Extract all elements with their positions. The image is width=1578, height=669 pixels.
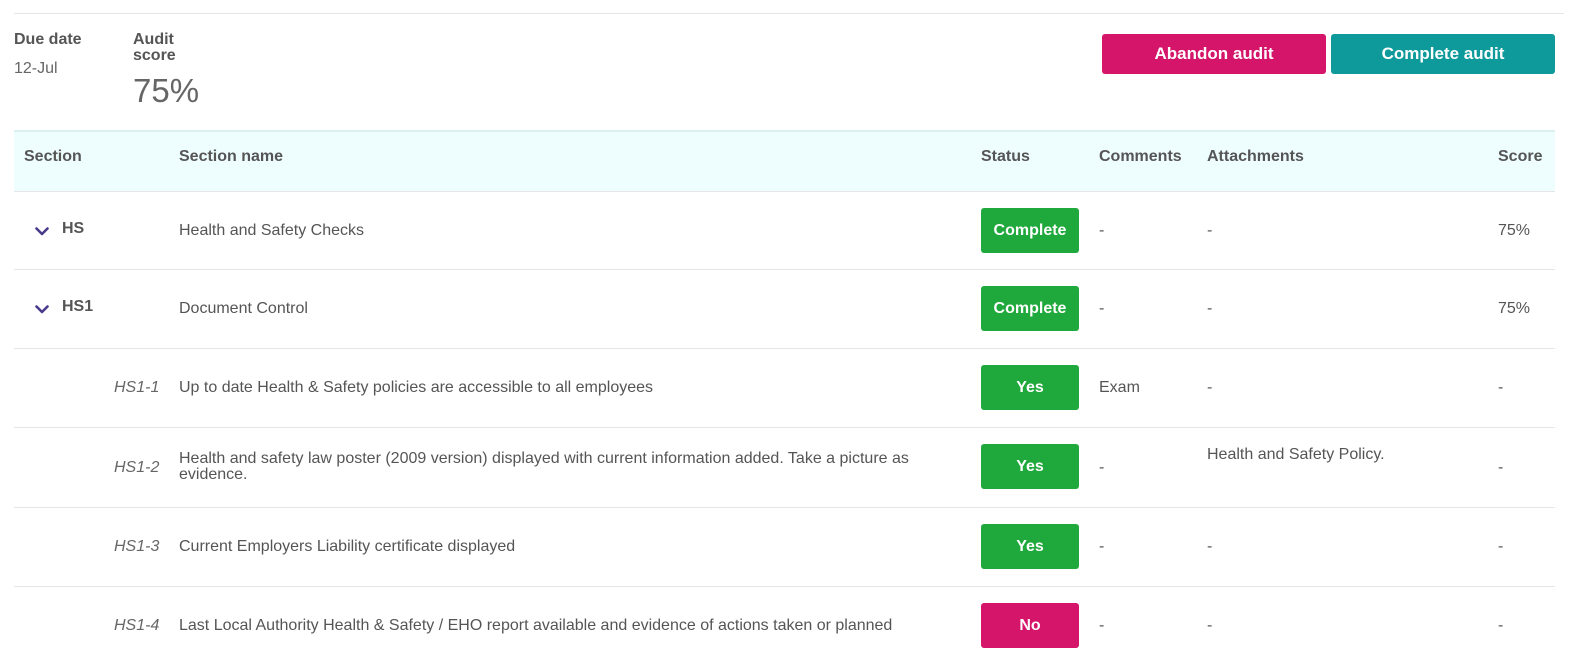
section-name: Document Control bbox=[179, 300, 308, 317]
chevron-down-icon[interactable] bbox=[34, 301, 50, 317]
status-badge: Complete bbox=[981, 286, 1079, 331]
score-value: - bbox=[1498, 459, 1504, 476]
table-header: Section Section name Status Comments Att… bbox=[14, 130, 1555, 192]
status-badge: Yes bbox=[981, 444, 1079, 489]
column-header-attachments: Attachments bbox=[1207, 148, 1304, 165]
audit-meta: Due date 12-Jul Audit score 75% bbox=[14, 32, 223, 110]
comments-value: - bbox=[1099, 222, 1105, 239]
question-text: Last Local Authority Health & Safety / E… bbox=[179, 617, 893, 634]
table-row[interactable]: HS1-4 Last Local Authority Health & Safe… bbox=[14, 587, 1555, 666]
status-badge: No bbox=[981, 603, 1079, 648]
column-header-section: Section bbox=[24, 148, 82, 165]
comments-value: Exam bbox=[1099, 379, 1140, 396]
table-row[interactable]: HS1-1 Up to date Health & Safety policie… bbox=[14, 349, 1555, 428]
attachment-link[interactable]: Health and Safety Policy. bbox=[1207, 446, 1385, 464]
attachments-value: - bbox=[1207, 617, 1213, 634]
status-badge: Yes bbox=[981, 524, 1079, 569]
complete-audit-button[interactable]: Complete audit bbox=[1331, 34, 1555, 74]
comments-value: - bbox=[1099, 617, 1105, 634]
audit-score: Audit score 75% bbox=[133, 32, 223, 110]
table-row[interactable]: HS Health and Safety Checks Complete - -… bbox=[14, 192, 1555, 270]
score-value: - bbox=[1498, 379, 1504, 396]
audit-sections-table: Section Section name Status Comments Att… bbox=[14, 130, 1555, 666]
section-code: HS1 bbox=[62, 298, 94, 315]
attachments-value: - bbox=[1207, 538, 1213, 555]
question-text: Health and safety law poster (2009 versi… bbox=[179, 450, 909, 483]
comments-value: - bbox=[1099, 538, 1105, 555]
due-date-value: 12-Jul bbox=[14, 60, 58, 77]
question-code: HS1-3 bbox=[114, 538, 160, 555]
status-badge: Yes bbox=[981, 365, 1079, 410]
table-row[interactable]: HS1 Document Control Complete - - 75% bbox=[14, 270, 1555, 349]
column-header-section-name: Section name bbox=[179, 148, 284, 165]
question-code: HS1-4 bbox=[114, 617, 160, 634]
question-text: Up to date Health & Safety policies are … bbox=[179, 379, 654, 396]
score-value: - bbox=[1498, 617, 1504, 634]
score-value: 75% bbox=[1498, 222, 1531, 239]
question-code: HS1-1 bbox=[114, 379, 160, 396]
chevron-down-icon[interactable] bbox=[34, 223, 50, 239]
audit-score-label: Audit score bbox=[133, 31, 176, 64]
section-name: Health and Safety Checks bbox=[179, 222, 364, 239]
score-value: 75% bbox=[1498, 300, 1531, 317]
question-code: HS1-2 bbox=[114, 459, 160, 476]
column-header-comments: Comments bbox=[1099, 148, 1182, 165]
audit-score-value: 75% bbox=[133, 72, 200, 109]
abandon-audit-button[interactable]: Abandon audit bbox=[1102, 34, 1326, 74]
column-header-score: Score bbox=[1498, 148, 1543, 165]
question-text: Current Employers Liability certificate … bbox=[179, 538, 516, 555]
score-value: - bbox=[1498, 538, 1504, 555]
top-divider bbox=[14, 13, 1564, 14]
column-header-status: Status bbox=[981, 148, 1030, 165]
attachments-value: - bbox=[1207, 300, 1213, 317]
due-date-label: Due date bbox=[14, 31, 82, 48]
status-badge: Complete bbox=[981, 208, 1079, 253]
table-row[interactable]: HS1-2 Health and safety law poster (2009… bbox=[14, 428, 1555, 508]
section-code: HS bbox=[62, 220, 85, 237]
comments-value: - bbox=[1099, 459, 1105, 476]
attachments-value: - bbox=[1207, 222, 1213, 239]
table-row[interactable]: HS1-3 Current Employers Liability certif… bbox=[14, 508, 1555, 587]
due-date: Due date 12-Jul bbox=[14, 32, 113, 110]
attachments-value: - bbox=[1207, 379, 1213, 396]
comments-value: - bbox=[1099, 300, 1105, 317]
